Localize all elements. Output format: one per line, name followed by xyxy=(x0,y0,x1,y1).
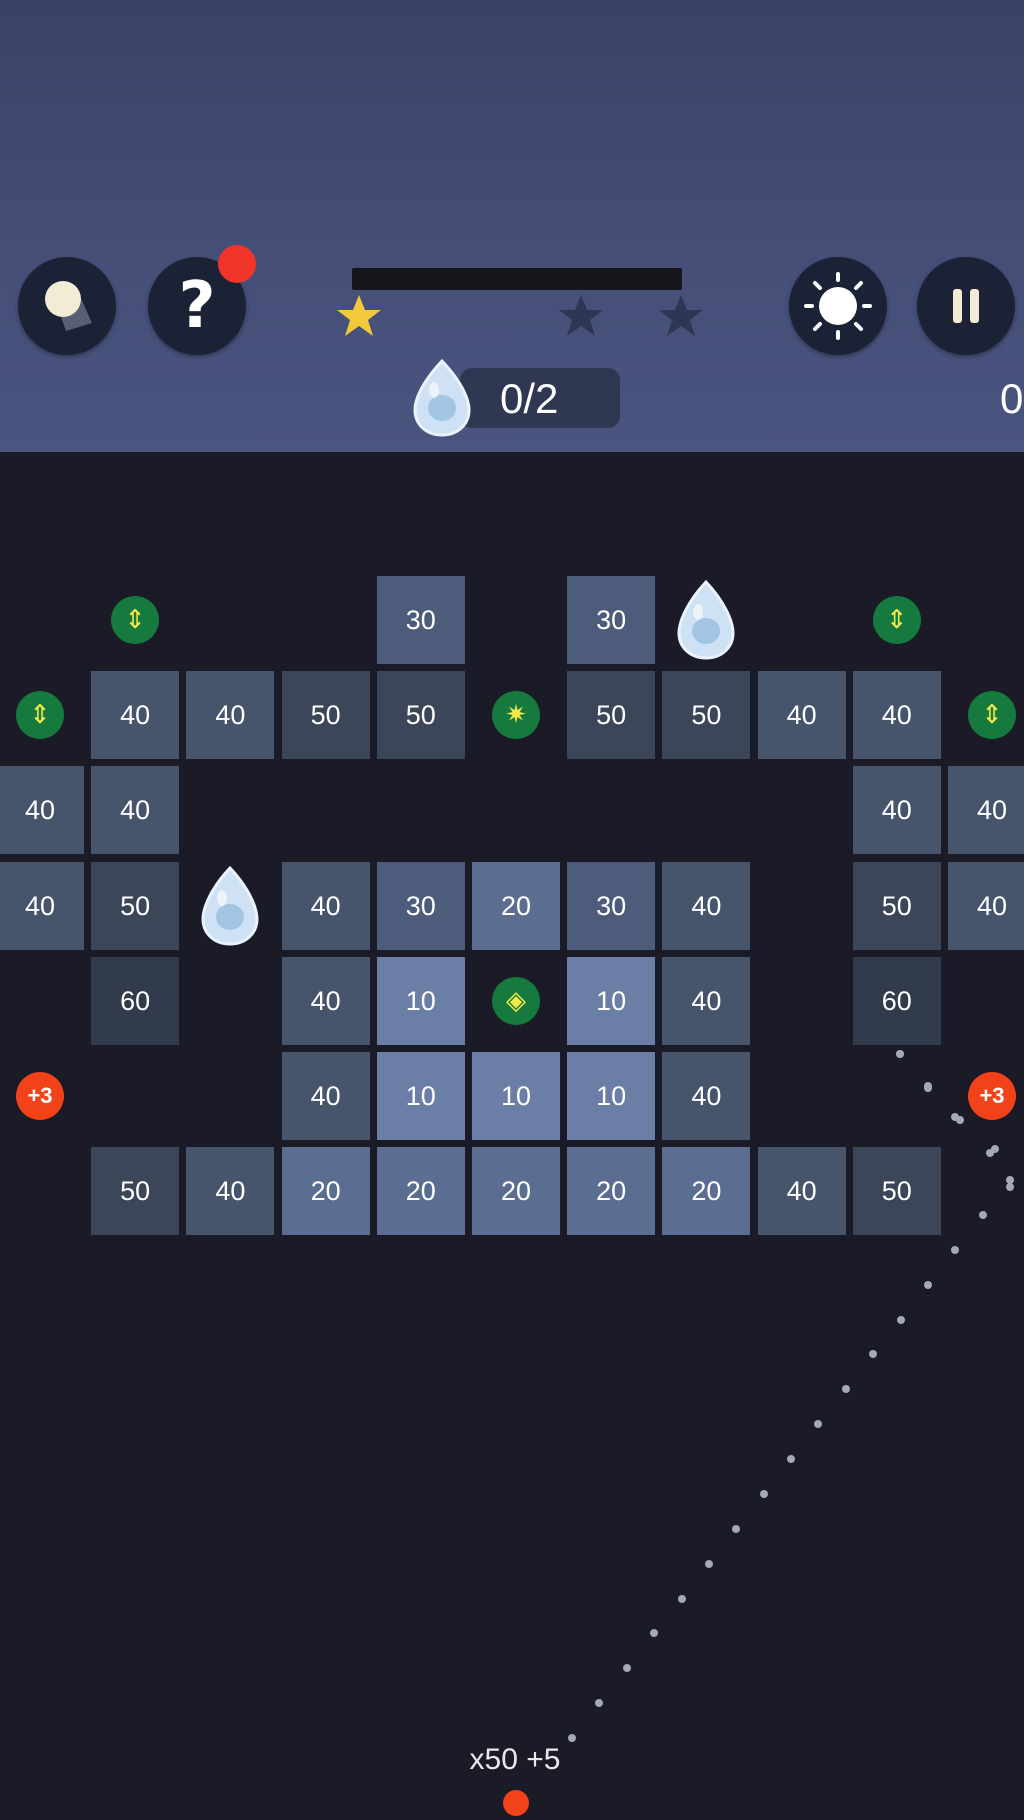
brick: 40 xyxy=(91,766,180,855)
brick: 60 xyxy=(852,956,941,1045)
brick: 40 xyxy=(281,956,370,1045)
brick: 10 xyxy=(567,956,656,1045)
cross-laser-icon: ◈ xyxy=(492,976,540,1025)
brick: 60 xyxy=(91,956,180,1045)
brick: 30 xyxy=(567,576,656,664)
brick: 10 xyxy=(376,956,465,1045)
egg-icon xyxy=(674,579,738,666)
brick: 50 xyxy=(91,1147,180,1236)
brick: 20 xyxy=(281,1147,370,1236)
aim-dot xyxy=(732,1524,741,1533)
brick: 50 xyxy=(852,1147,941,1236)
aim-dot xyxy=(956,1116,964,1124)
brick: 30 xyxy=(376,576,465,664)
aim-dot xyxy=(841,1385,850,1394)
brick: 40 xyxy=(662,1052,751,1140)
vertical-laser-icon: ⇕ xyxy=(872,596,921,644)
aim-dot xyxy=(650,1629,659,1638)
brick: 10 xyxy=(376,1052,465,1140)
brick: 40 xyxy=(281,1052,370,1140)
brick: 40 xyxy=(0,861,84,950)
brick: 40 xyxy=(757,1147,846,1236)
extra-balls-pickup: +3 xyxy=(16,1072,64,1120)
extra-balls-pickup: +3 xyxy=(968,1072,1016,1120)
brick: 20 xyxy=(567,1147,656,1236)
brick: 50 xyxy=(376,671,465,760)
aim-dot xyxy=(896,1050,904,1058)
aim-dot xyxy=(923,1280,932,1289)
brick: 40 xyxy=(948,861,1024,950)
brick: 10 xyxy=(567,1052,656,1140)
brick: 40 xyxy=(757,671,846,760)
vertical-laser-icon: ⇕ xyxy=(111,596,160,644)
aim-dot xyxy=(622,1664,631,1673)
game-board: 30 30 40 40 50 50 50 50 40 40 40 40 40 40 40 50 40 30 20 30… xyxy=(0,0,1024,1820)
aim-dot xyxy=(869,1350,878,1359)
brick: 40 xyxy=(662,956,751,1045)
aim-dot xyxy=(759,1489,768,1498)
brick: 40 xyxy=(852,671,941,760)
brick: 50 xyxy=(567,671,656,760)
aim-dot xyxy=(677,1594,686,1603)
brick: 50 xyxy=(662,671,751,760)
brick: 20 xyxy=(472,1147,560,1236)
brick: 50 xyxy=(91,861,180,950)
brick: 50 xyxy=(852,861,941,950)
brick: 40 xyxy=(91,671,180,760)
aim-dot xyxy=(978,1210,987,1219)
aim-dot xyxy=(924,1084,932,1092)
brick: 40 xyxy=(852,766,941,855)
aim-dot xyxy=(986,1149,994,1157)
egg-icon xyxy=(198,865,262,952)
aim-dot xyxy=(896,1315,905,1324)
launcher-ball[interactable] xyxy=(503,1790,529,1816)
aim-dot xyxy=(951,1245,960,1254)
brick: 40 xyxy=(281,861,370,950)
brick: 10 xyxy=(472,1052,560,1140)
brick: 30 xyxy=(376,861,465,950)
brick: 20 xyxy=(376,1147,465,1236)
vertical-laser-icon: ⇕ xyxy=(968,691,1016,740)
aim-dot xyxy=(704,1559,713,1568)
vertical-laser-icon: ⇕ xyxy=(16,691,64,740)
aim-dot xyxy=(787,1455,795,1463)
aim-dot xyxy=(1006,1183,1014,1191)
brick: 20 xyxy=(472,861,560,950)
brick: 40 xyxy=(0,766,84,855)
brick: 50 xyxy=(281,671,370,760)
aim-dot xyxy=(595,1699,604,1708)
brick: 40 xyxy=(186,671,275,760)
brick: 40 xyxy=(948,766,1024,855)
brick: 30 xyxy=(567,861,656,950)
ball-count-label: x50 +5 xyxy=(469,1743,561,1776)
brick: 20 xyxy=(662,1147,751,1236)
aim-dot xyxy=(814,1420,823,1429)
burst-icon: ✷ xyxy=(492,691,540,740)
brick: 40 xyxy=(186,1147,275,1236)
brick: 40 xyxy=(662,861,751,950)
